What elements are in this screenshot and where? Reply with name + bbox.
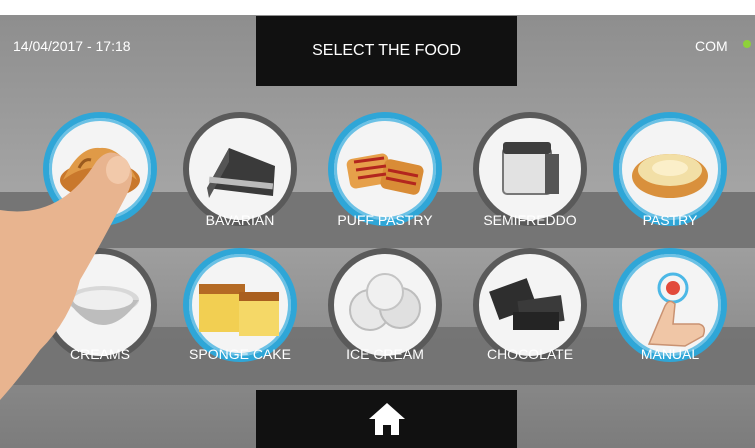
sponge-cake-icon (183, 248, 297, 362)
food-tile-chocolate[interactable]: CHOCOLATE (465, 248, 595, 362)
food-label-puff-pastry: PUFF PASTRY (337, 212, 433, 228)
home-button[interactable] (256, 390, 517, 448)
food-tile-creams[interactable]: CREAMS (35, 248, 165, 362)
food-tile-bavarian[interactable]: BAVARIAN (175, 112, 305, 228)
food-tile-puff-pastry[interactable]: PUFF PASTRY (320, 112, 450, 228)
ice-cream-icon (328, 248, 442, 362)
food-tile-pastry[interactable]: PASTRY (605, 112, 735, 228)
page-title: SELECT THE FOOD (256, 16, 517, 86)
food-label-ice-cream: ICE CREAM (346, 346, 424, 362)
semifreddo-icon (473, 112, 587, 226)
food-tile-semifreddo[interactable]: SEMIFREDDO (465, 112, 595, 228)
food-label-bavarian: BAVARIAN (205, 212, 275, 228)
puff-pastry-icon (328, 112, 442, 226)
food-label-manual: MANUAL (640, 346, 700, 362)
page-title-text: SELECT THE FOOD (312, 42, 461, 59)
food-label-croissanterie: E (95, 212, 105, 228)
tart-icon (613, 112, 727, 226)
food-tile-manual[interactable]: MANUAL (605, 248, 735, 362)
top-margin (0, 0, 755, 15)
cake-slice-icon (183, 112, 297, 226)
food-label-semifreddo: SEMIFREDDO (483, 212, 577, 228)
food-label-chocolate: CHOCOLATE (486, 346, 574, 362)
datetime: 14/04/2017 - 17:18 (13, 38, 131, 54)
food-label-pastry: PASTRY (642, 212, 698, 228)
food-label-sponge-cake: SPONGE CAKE (189, 346, 291, 362)
touch-hand-icon (613, 248, 727, 362)
screen: 14/04/2017 - 17:18 SELECT THE FOOD COM E… (0, 0, 755, 448)
food-tile-croissanterie[interactable]: E (35, 112, 165, 228)
food-label-creams: CREAMS (70, 346, 130, 362)
chocolate-icon (473, 248, 587, 362)
com-status-label: COM (695, 38, 728, 54)
croissant-icon (43, 112, 157, 226)
food-tile-sponge-cake[interactable]: SPONGE CAKE (175, 248, 305, 362)
home-icon (368, 403, 405, 435)
cream-bowl-icon (43, 248, 157, 362)
com-status-dot (743, 40, 751, 48)
food-tile-ice-cream[interactable]: ICE CREAM (320, 248, 450, 362)
